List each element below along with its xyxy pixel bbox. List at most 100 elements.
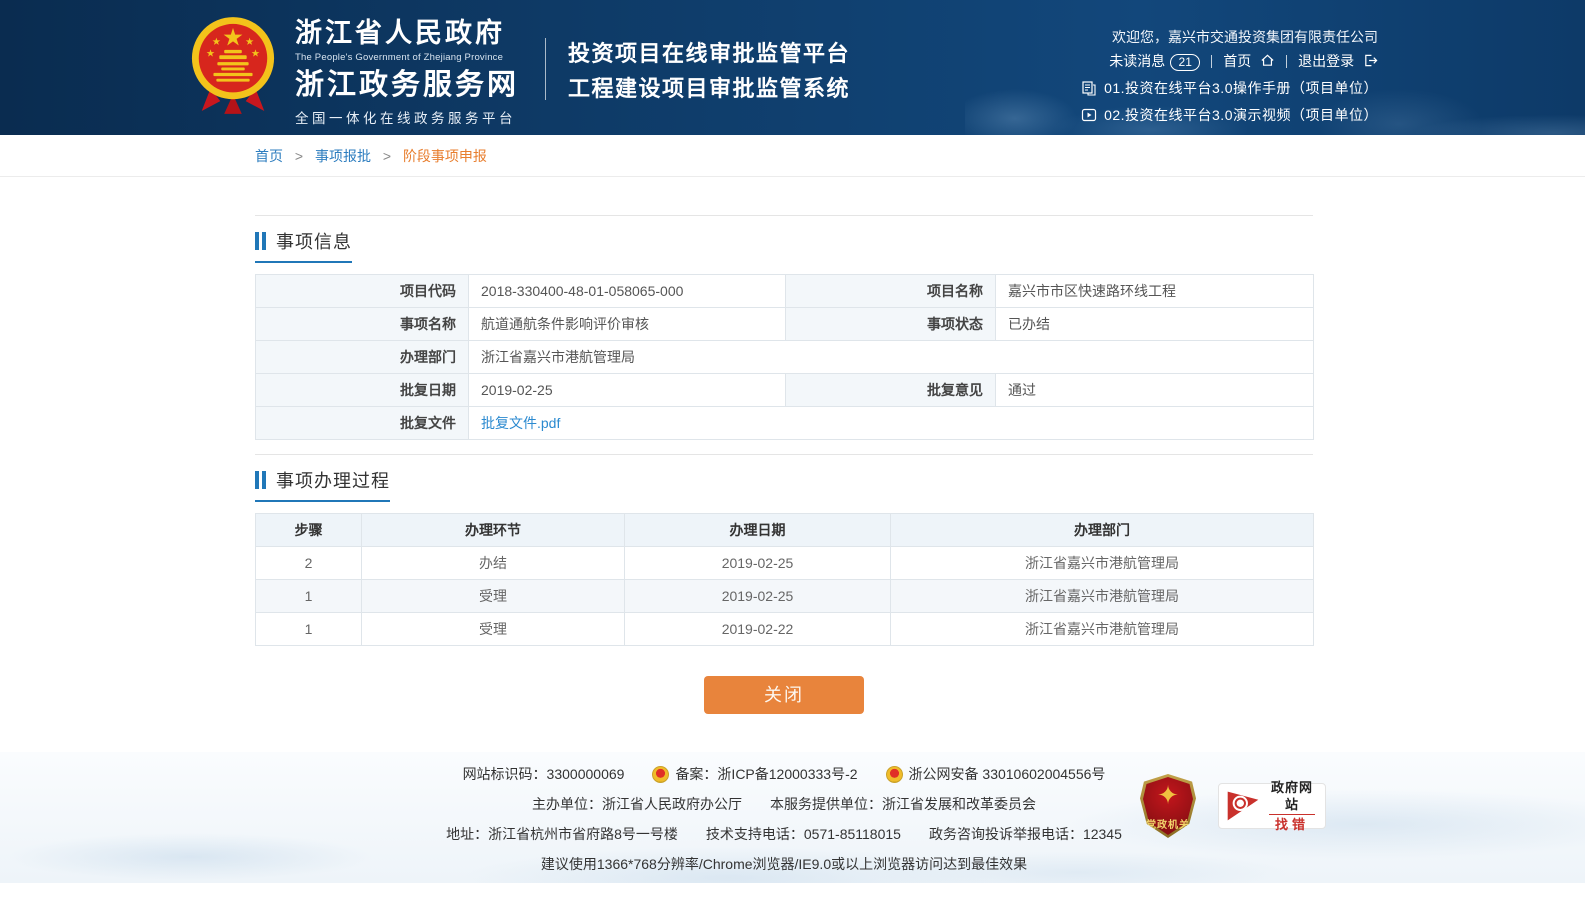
video-link[interactable]: 02.投资在线平台3.0演示视频（项目单位） (1104, 102, 1378, 128)
platform-titles: 投资项目在线审批监管平台 工程建设项目审批监管系统 (568, 36, 850, 106)
button-row: 关闭 (255, 676, 1313, 752)
site-header: 浙江省人民政府 The People's Government of Zheji… (0, 0, 1585, 135)
welcome-text: 欢迎您，嘉兴市交通投资集团有限责任公司 (1081, 26, 1378, 48)
breadcrumb-home-link[interactable]: 首页 (255, 148, 283, 164)
provider-text: 本服务提供单位：浙江省发展和改革委员会 (770, 789, 1036, 819)
website-error-report-badge[interactable]: 政府网站 找错 (1218, 783, 1326, 829)
breadcrumb-separator: > (295, 148, 303, 164)
find-error-title: 政府网站 (1267, 779, 1317, 813)
national-emblem-logo (189, 14, 277, 116)
address-text: 地址：浙江省杭州市省府路8号一号楼 (446, 819, 678, 849)
logout-link[interactable]: 退出登录 (1298, 48, 1378, 74)
step-cell: 1 (256, 580, 362, 613)
vertical-separator (1286, 55, 1287, 68)
breadcrumb-current: 阶段事项申报 (403, 148, 487, 164)
project-code-value: 2018-330400-48-01-058065-000 (469, 275, 786, 308)
gov-name-en: The People's Government of Zhejiang Prov… (295, 52, 519, 63)
document-icon (1081, 80, 1097, 96)
stage-cell: 受理 (362, 613, 625, 646)
approval-opinion-value: 通过 (996, 374, 1314, 407)
unread-count-badge: 21 (1170, 54, 1200, 71)
police-text: 浙公网安备 33010602004556号 (909, 759, 1106, 789)
table-row: 办理部门 浙江省嘉兴市港航管理局 (256, 341, 1314, 374)
item-info-section-head: 事项信息 (255, 228, 352, 263)
date-cell: 2019-02-25 (625, 580, 891, 613)
complaint-phone-text: 政务咨询投诉举报电话：12345 (929, 819, 1122, 849)
manual-row: 01.投资在线平台3.0操作手册（项目单位） (1081, 75, 1378, 101)
step-cell: 1 (256, 613, 362, 646)
portal-name: 浙江政务服务网 (295, 68, 519, 102)
gov-name: 浙江省人民政府 (295, 18, 519, 50)
site-id-text: 网站标识码：3300000069 (463, 759, 625, 789)
vertical-separator (1211, 55, 1212, 68)
col-step: 步骤 (256, 514, 362, 547)
logout-link-label: 退出登录 (1298, 53, 1354, 69)
page: 浙江省人民政府 The People's Government of Zheji… (0, 0, 1585, 905)
police-group: 浙公网安备 33010602004556号 (886, 759, 1106, 789)
col-date: 办理日期 (625, 514, 891, 547)
table-row: 1 受理 2019-02-22 浙江省嘉兴市港航管理局 (256, 613, 1314, 646)
process-table: 步骤 办理环节 办理日期 办理部门 2 办结 2019-02-25 浙江省嘉兴市… (255, 513, 1314, 646)
approval-file-label: 批复文件 (256, 407, 469, 440)
table-row: 2 办结 2019-02-25 浙江省嘉兴市港航管理局 (256, 547, 1314, 580)
manual-link[interactable]: 01.投资在线平台3.0操作手册（项目单位） (1104, 75, 1378, 101)
item-name-value: 航道通航条件影响评价审核 (469, 308, 786, 341)
stage-cell: 办结 (362, 547, 625, 580)
item-status-value: 已办结 (996, 308, 1314, 341)
project-name-label: 项目名称 (786, 275, 996, 308)
browser-tip-text: 建议使用1366*768分辨率/Chrome浏览器/IE9.0或以上浏览器访问达… (541, 849, 1027, 879)
step-cell: 2 (256, 547, 362, 580)
breadcrumb-item-approval-link[interactable]: 事项报批 (315, 148, 371, 164)
item-info-section: 事项信息 项目代码 2018-330400-48-01-058065-000 项… (255, 215, 1313, 440)
dept-cell: 浙江省嘉兴市港航管理局 (891, 580, 1314, 613)
brand-block: 浙江省人民政府 The People's Government of Zheji… (189, 14, 850, 127)
table-row: 事项名称 航道通航条件影响评价审核 事项状态 已办结 (256, 308, 1314, 341)
project-name-value: 嘉兴市市区快速路环线工程 (996, 275, 1314, 308)
item-name-label: 事项名称 (256, 308, 469, 341)
table-row: 项目代码 2018-330400-48-01-058065-000 项目名称 嘉… (256, 275, 1314, 308)
dept-cell: 浙江省嘉兴市港航管理局 (891, 547, 1314, 580)
table-row: 1 受理 2019-02-25 浙江省嘉兴市港航管理局 (256, 580, 1314, 613)
col-dept: 办理部门 (891, 514, 1314, 547)
video-play-icon (1081, 107, 1097, 123)
dept-cell: 浙江省嘉兴市港航管理局 (891, 613, 1314, 646)
header-divider (545, 38, 546, 100)
approval-opinion-label: 批复意见 (786, 374, 996, 407)
bottom-spacer (0, 883, 1585, 905)
date-cell: 2019-02-25 (625, 547, 891, 580)
logout-icon (1363, 53, 1378, 68)
approval-date-value: 2019-02-25 (469, 374, 786, 407)
close-button[interactable]: 关闭 (704, 676, 864, 714)
item-info-table: 项目代码 2018-330400-48-01-058065-000 项目名称 嘉… (255, 274, 1314, 440)
main-content: 事项信息 项目代码 2018-330400-48-01-058065-000 项… (255, 177, 1313, 752)
item-status-label: 事项状态 (786, 308, 996, 341)
table-row: 批复文件 批复文件.pdf (256, 407, 1314, 440)
find-error-label: 找错 (1267, 816, 1317, 833)
shield-star-icon: ✦ (1140, 780, 1196, 810)
unread-messages-label: 未读消息 (1109, 53, 1165, 69)
table-header-row: 步骤 办理环节 办理日期 办理部门 (256, 514, 1314, 547)
home-link[interactable]: 首页 (1223, 48, 1275, 74)
process-title: 事项办理过程 (276, 467, 390, 493)
breadcrumb-separator: > (383, 148, 391, 164)
table-row: 批复日期 2019-02-25 批复意见 通过 (256, 374, 1314, 407)
unread-messages-link[interactable]: 未读消息 21 (1109, 48, 1200, 74)
video-row: 02.投资在线平台3.0演示视频（项目单位） (1081, 102, 1378, 128)
date-cell: 2019-02-22 (625, 613, 891, 646)
police-badge-icon (886, 766, 903, 783)
portal-subtitle: 全国一体化在线政务服务平台 (295, 107, 519, 127)
magnifier-flag-icon (1225, 788, 1261, 824)
footer-line-4: 建议使用1366*768分辨率/Chrome浏览器/IE9.0或以上浏览器访问达… (255, 849, 1313, 879)
organizer-text: 主办单位：浙江省人民政府办公厅 (532, 789, 742, 819)
process-section-head: 事项办理过程 (255, 467, 390, 502)
icp-group: 备案：浙ICP备12000333号-2 (652, 759, 857, 789)
approval-file-link[interactable]: 批复文件.pdf (481, 415, 560, 431)
platform-title-1: 投资项目在线审批监管平台 (568, 36, 850, 71)
section-bars-icon (255, 232, 266, 250)
home-link-label: 首页 (1223, 53, 1251, 69)
dept-label: 办理部门 (256, 341, 469, 374)
find-error-divider (1269, 814, 1315, 815)
approval-date-label: 批复日期 (256, 374, 469, 407)
home-icon (1260, 53, 1275, 68)
user-links: 未读消息 21 首页 退出登录 (1081, 48, 1378, 74)
